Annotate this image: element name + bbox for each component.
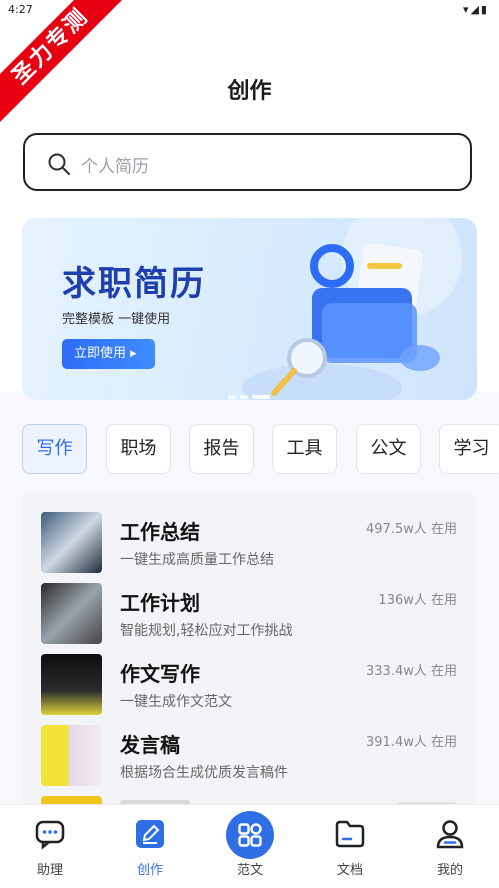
- bottom-nav: 助理 创作 范文 文档 我的: [0, 804, 499, 888]
- search-icon: [48, 153, 70, 175]
- grid-icon: [226, 811, 274, 859]
- carousel-dots: [228, 384, 274, 400]
- banner-subtitle: 完整模板 一键使用: [62, 312, 171, 327]
- edit-icon: [136, 820, 164, 848]
- item-usage-count: 333.4w人 在用: [366, 664, 457, 679]
- category-tabs: 写作 职场 报告 工具 公文 学习: [0, 424, 499, 478]
- list-item[interactable]: 作文写作 一键生成作文范文 333.4w人 在用: [22, 634, 477, 715]
- nav-samples[interactable]: 范文: [220, 805, 280, 888]
- item-name: 工作总结: [120, 520, 200, 544]
- tab-study[interactable]: 学习: [439, 424, 499, 474]
- nav-label: 助理: [36, 863, 63, 878]
- item-usage-count: 497.5w人 在用: [366, 522, 457, 537]
- use-now-button[interactable]: 立即使用 ▸: [62, 339, 155, 369]
- item-usage-count: 136w人 在用: [378, 593, 457, 608]
- status-icons: ▾◢▮: [462, 3, 489, 16]
- user-icon: [436, 820, 464, 849]
- page-title: 创作: [227, 79, 272, 104]
- carousel-dot: [240, 395, 248, 399]
- tab-workplace[interactable]: 职场: [106, 424, 171, 474]
- search-input[interactable]: 个人简历: [23, 133, 472, 191]
- carousel-dot-active: [252, 395, 270, 399]
- chat-icon: [35, 820, 65, 850]
- promo-banner[interactable]: 求职简历 完整模板 一键使用 立即使用 ▸: [22, 218, 477, 400]
- nav-documents[interactable]: 文档: [320, 805, 380, 888]
- tab-report[interactable]: 报告: [189, 424, 254, 474]
- nav-label: 我的: [436, 863, 463, 878]
- item-name: 工作计划: [120, 591, 200, 615]
- item-name: 发言稿: [120, 733, 180, 757]
- template-list: 工作总结 一键生成高质量工作总结 497.5w人 在用 工作计划 智能规划,轻松…: [22, 492, 477, 812]
- item-usage-count: 391.4w人 在用: [366, 735, 457, 750]
- tab-tools[interactable]: 工具: [272, 424, 337, 474]
- tab-writing[interactable]: 写作: [22, 424, 87, 474]
- nav-create[interactable]: 创作: [120, 805, 180, 888]
- folder-icon: [335, 820, 365, 848]
- list-item[interactable]: 发言稿 根据场合生成优质发言稿件 391.4w人 在用: [22, 705, 477, 786]
- carousel-dot: [228, 395, 236, 399]
- list-item[interactable]: 工作计划 智能规划,轻松应对工作挑战 136w人 在用: [22, 563, 477, 644]
- tab-official-docs[interactable]: 公文: [356, 424, 421, 474]
- nav-label: 文档: [336, 863, 363, 878]
- status-time: 4:27: [8, 3, 33, 16]
- nav-label: 创作: [136, 863, 163, 878]
- item-name: 作文写作: [120, 662, 200, 686]
- nav-profile[interactable]: 我的: [420, 805, 480, 888]
- nav-label: 范文: [236, 863, 263, 878]
- search-placeholder: 个人简历: [81, 157, 149, 177]
- list-item[interactable]: 工作总结 一键生成高质量工作总结 497.5w人 在用: [22, 492, 477, 573]
- nav-assistant[interactable]: 助理: [20, 805, 80, 888]
- banner-title: 求职简历: [62, 264, 206, 304]
